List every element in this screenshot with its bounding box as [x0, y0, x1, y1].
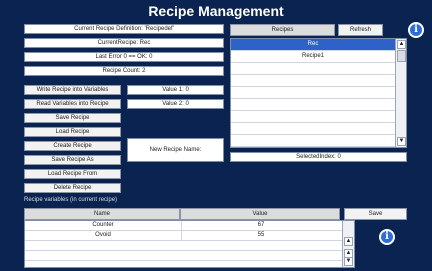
read-variables-into-recipe-button[interactable]: Read Variables into Recipe	[24, 99, 121, 109]
last-error: Last Error 0 == OK: 0	[24, 52, 224, 62]
table-row[interactable]: Counter 67	[25, 221, 342, 231]
recipe-item-recipe1[interactable]: Recipe1	[231, 51, 395, 63]
table-row[interactable]	[25, 241, 342, 251]
list-item[interactable]	[231, 123, 395, 135]
info-icon[interactable]: i	[379, 229, 395, 245]
create-recipe-button[interactable]: Create Recipe	[24, 141, 121, 151]
selected-index-display: SelectedIndex: 0	[230, 152, 407, 162]
current-recipe: CurrentRecipe: Rec	[24, 38, 224, 48]
list-item[interactable]	[231, 135, 395, 147]
scroll-up-arrow-icon[interactable]: ▲	[344, 237, 353, 246]
list-item[interactable]	[231, 87, 395, 99]
list-item[interactable]	[231, 75, 395, 87]
recipe-item-rec[interactable]: Rec	[231, 39, 395, 51]
load-recipe-button[interactable]: Load Recipe	[24, 127, 121, 137]
scroll-down-arrow-icon[interactable]: ▼	[397, 137, 406, 146]
table-scrollbar[interactable]: ▲ ▲ ▼	[342, 221, 354, 267]
table-save-button[interactable]: Save	[344, 208, 407, 220]
scroll-up-arrow-icon[interactable]: ▲	[397, 40, 406, 49]
recipes-scrollbar[interactable]: ▲ ▼	[395, 39, 406, 147]
load-recipe-from-button[interactable]: Load Recipe From	[24, 169, 121, 179]
save-recipe-as-button[interactable]: Save Recipe As	[24, 155, 121, 165]
current-recipe-definition: Current Recipe Definition: 'Recipedef'	[24, 24, 224, 34]
table-cell-value[interactable]: 67	[181, 221, 341, 230]
list-item[interactable]	[231, 111, 395, 123]
table-cell-name: Ovoid	[25, 231, 182, 240]
table-row[interactable]: Ovoid 55	[25, 231, 342, 241]
table-cell-value[interactable]: 55	[181, 231, 341, 240]
list-item[interactable]	[231, 63, 395, 75]
variables-caption: Recipe variables (in current recipe)	[24, 197, 118, 203]
recipe-count: Recipe Count: 2	[24, 66, 224, 76]
recipes-header: Recipes	[230, 24, 335, 36]
page-title: Recipe Management	[148, 3, 284, 19]
write-recipe-into-variables-button[interactable]: Write Recipe into Variables	[24, 85, 121, 95]
list-item[interactable]	[231, 99, 395, 111]
info-icon[interactable]: i	[408, 22, 424, 38]
variables-table: Counter 67 Ovoid 55 ▲ ▲ ▼	[24, 220, 355, 268]
table-row[interactable]	[25, 251, 342, 261]
new-recipe-name-input[interactable]: New Recipe Name:	[127, 138, 224, 162]
value-2-display: Value 2: 0	[127, 99, 224, 109]
refresh-button[interactable]: Refresh	[338, 24, 383, 36]
scroll-down-arrow-icon[interactable]: ▼	[344, 257, 353, 266]
column-header-value: Value	[180, 208, 340, 220]
value-1-display: Value 1: 0	[127, 85, 224, 95]
scrollbar-thumb[interactable]	[397, 50, 406, 62]
table-cell-name: Counter	[25, 221, 182, 230]
save-recipe-button[interactable]: Save Recipe	[24, 113, 121, 123]
delete-recipe-button[interactable]: Delete Recipe	[24, 183, 121, 193]
column-header-name: Name	[24, 208, 180, 220]
recipes-list[interactable]: Rec Recipe1 ▲ ▼	[230, 38, 407, 148]
